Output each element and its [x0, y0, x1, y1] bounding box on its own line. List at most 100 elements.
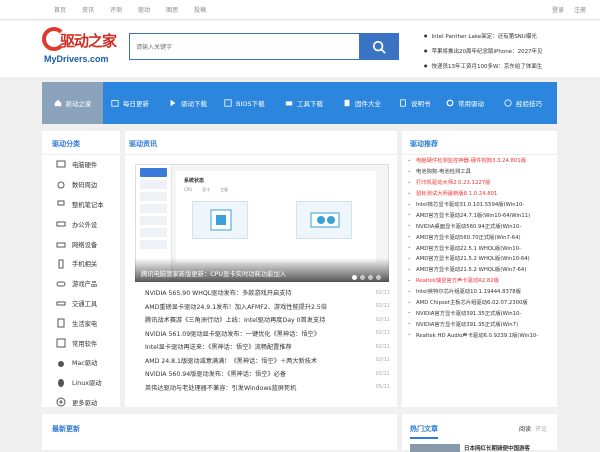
recommend-item[interactable]: • AMD官方显卡驱动560.70正式版(Win7-64): [408, 231, 557, 242]
sidebar-item[interactable]: Mac驱动: [42, 353, 120, 373]
sidebar-item[interactable]: 整机笔记本: [42, 195, 120, 215]
search-button[interactable]: [359, 33, 399, 60]
sidebar-item[interactable]: 网络设备: [42, 234, 120, 254]
gamepad-icon: [55, 278, 66, 289]
calendar-icon: [111, 100, 119, 107]
logo-english: MyDrivers.com: [44, 54, 109, 64]
article-row[interactable]: AMD 24.8.1版驱动减意满满！《黑神话：悟空》＋两大新技术 02/11: [145, 354, 390, 368]
nav-item-home[interactable]: 驱动之家: [42, 82, 103, 124]
recommend-item-label: AMD官方显卡驱动21.5.2 WHQL版(Win7-64): [416, 267, 527, 274]
sidebar-item[interactable]: 游戏产品: [42, 274, 120, 294]
sidebar-item[interactable]: 更多驱动: [42, 393, 120, 413]
bullet-icon: •: [408, 179, 411, 185]
header: 驱动之家 MyDrivers.com Intel Panther Lake架定：…: [0, 21, 600, 77]
bullet-icon: •: [408, 310, 411, 316]
book-icon: [400, 99, 406, 107]
sidebar-item[interactable]: 数码周边: [42, 175, 120, 195]
nav-item-firmware[interactable]: 固件大全: [343, 82, 381, 124]
hot-article-thumb[interactable]: [410, 444, 460, 452]
nav-item-common[interactable]: 常用驱动: [446, 82, 484, 124]
nav-item-bios[interactable]: BIOS下载: [224, 82, 265, 124]
article-row[interactable]: NVIDIA 565.90 WHQL驱动发布：多款游戏开启支持 02/11: [145, 286, 390, 300]
top-link-news[interactable]: 资讯: [82, 7, 94, 14]
bullet-icon: •: [408, 266, 411, 272]
headline-list: Intel Panther Lake架定：还有第SNU曝光 苹果将推出20周年纪…: [424, 29, 543, 74]
recommend-item[interactable]: • Realtek瑞昱官方声卡驱动R2.82版: [408, 275, 557, 286]
appliance-icon: [55, 318, 66, 329]
tab-comment[interactable]: 评论: [535, 426, 547, 433]
sidebar-item[interactable]: 办公外设: [42, 214, 120, 234]
tab-read[interactable]: 阅读: [519, 426, 531, 433]
nav-label: 每日更新: [123, 100, 149, 108]
article-row[interactable]: NVIDIA 560.94版驱动发布：《黑神话：悟空》必备 02/11: [145, 367, 390, 381]
article-row[interactable]: Intel显卡驱动再送来：《黑神话：悟空》流畅配置推荐 02/11: [145, 340, 390, 354]
top-link-submit[interactable]: 投稿: [194, 7, 206, 14]
recommend-item[interactable]: • Intel英特尔芯片组驱动10.1.19444.8378版: [408, 286, 557, 297]
sidebar-item[interactable]: 手机相关: [42, 254, 120, 274]
sidebar-item[interactable]: 交通工具: [42, 294, 120, 314]
hot-article-title[interactable]: 日本网红长期骑便中国游客: [464, 444, 530, 452]
sidebar-item[interactable]: 生活家电: [42, 313, 120, 333]
sidebar-item[interactable]: 常用软件: [42, 333, 120, 353]
article-row[interactable]: 英伟达驱动与老处理器不兼容：引发Windows蓝屏死机 05/11: [145, 381, 390, 395]
headline-item[interactable]: 快递员13年工资月100多W：京东给了体面生: [424, 59, 543, 74]
sidebar-item[interactable]: 电脑硬件: [42, 155, 120, 175]
recommend-item[interactable]: • Realtek HD Audio声卡驱动6.0.9239.1版(Win10-: [408, 329, 557, 340]
article-date: 02/11: [375, 357, 390, 364]
recommend-item[interactable]: • 鼠标测试大师最新版8.1.0.24.801: [408, 188, 557, 199]
recommend-item-label: Intel核芯显卡驱动31.0.101.5594版(Win10-: [416, 202, 525, 208]
headline-item[interactable]: Intel Panther Lake架定：还有第SNU曝光: [424, 29, 543, 44]
search-input[interactable]: [130, 35, 362, 60]
gpu-icon: [310, 212, 340, 228]
recommend-item[interactable]: • AMD官方显卡驱动21.5.2 WHQL版(Win7-64): [408, 264, 557, 275]
recommend-item[interactable]: • NVIDIA官方显卡驱动391.35正式版(Win10-: [408, 307, 557, 318]
top-link-review[interactable]: 评测: [110, 7, 122, 14]
nav-item-daily[interactable]: 每日更新: [111, 82, 149, 124]
slide-dot[interactable]: [368, 275, 373, 280]
sidebar-item-label: 常用软件: [72, 340, 98, 348]
recommend-item[interactable]: • NVIDIA桌面显卡驱动560.94正式版(Win10-: [408, 220, 557, 231]
top-link-pics[interactable]: 图思: [166, 7, 178, 14]
sidebar-item[interactable]: Linux驱动: [42, 373, 120, 393]
sidebar-item-label: 网络设备: [72, 241, 98, 249]
register-link[interactable]: 注册: [574, 7, 586, 14]
nav-item-tips[interactable]: 经验技巧: [504, 82, 542, 124]
recommend-item[interactable]: • AMD Chipset主板芯片组驱动6.02.07.2300版: [408, 297, 557, 308]
recommend-item-label: 鼠标测试大师最新版8.1.0.24.801: [416, 191, 498, 198]
recommend-item-label: AMD Chipset主板芯片组驱动6.02.07.2300版: [416, 300, 528, 307]
user-links: 登录 注册: [542, 5, 586, 14]
recommend-item[interactable]: • Intel核芯显卡驱动31.0.101.5594版(Win10-: [408, 199, 557, 210]
recommend-item-label: 打印机驱动大师2.0.23.1227版: [416, 180, 491, 187]
article-row[interactable]: 腾讯战术赛游《三角洲行动》上线：Intel驱动再度Day 0首发支持 02/11: [145, 313, 390, 327]
login-link[interactable]: 登录: [552, 7, 564, 14]
slide-dot[interactable]: [360, 275, 365, 280]
slide-dot[interactable]: [352, 275, 357, 280]
headline-item[interactable]: 苹果将推出20周年纪念版iPhone：2027年见: [424, 44, 543, 59]
nav-item-manuals[interactable]: 说明书: [399, 82, 431, 124]
article-title: AMD重磅显卡驱动24.9.1发布！加入AFMF2、游戏性能提升2.5倍: [145, 303, 328, 311]
nav-item-tools[interactable]: 工具下载: [285, 82, 323, 124]
nav-item-driver-download[interactable]: 驱动下载: [169, 82, 207, 124]
top-link-home[interactable]: 首页: [54, 7, 66, 14]
recommend-item[interactable]: • NVIDIA官方显卡驱动391.35正式版(Win7): [408, 318, 557, 329]
bullet-icon: •: [408, 190, 411, 196]
article-row[interactable]: AMD重磅显卡驱动24.9.1发布！加入AFMF2、游戏性能提升2.5倍 02/1…: [145, 300, 390, 314]
plus-icon: [55, 397, 66, 408]
top-link-drivers[interactable]: 驱动: [138, 7, 150, 14]
search-box: [129, 33, 363, 60]
recommend-item-label: AMD官方显卡驱动22.5.1 WHQL版(Win10-: [416, 245, 521, 252]
recommend-item[interactable]: • 电池狗狗-电池检测工具: [408, 166, 557, 177]
recommend-item[interactable]: • 打印机驱动大师2.0.23.1227版: [408, 177, 557, 188]
site-logo[interactable]: 驱动之家 MyDrivers.com: [42, 27, 126, 77]
slide-panel: 系统状态 CPU 显卡 主板: [176, 171, 376, 263]
recommend-item[interactable]: • 电脑硬件检测监控神器-硬件狗狗3.3.24.801版: [408, 155, 557, 166]
slide-dot[interactable]: [376, 275, 381, 280]
car-icon: [55, 298, 66, 309]
nav-label: BIOS下载: [236, 100, 265, 108]
recommend-item[interactable]: • AMD官方显卡驱动22.5.1 WHQL版(Win10-: [408, 242, 557, 253]
recommend-item[interactable]: • AMD官方显卡驱动21.5.2 WHQL版(Win10-64): [408, 253, 557, 264]
recommend-item[interactable]: • AMD官方显卡驱动24.7.1版(Win10-64/Win11): [408, 209, 557, 220]
article-date: 02/11: [375, 289, 390, 296]
software-icon: [55, 338, 66, 349]
article-row[interactable]: NVIDIA 561.09驱动显卡驱动发布：一键优化《黑神话：悟空》 02/11: [145, 327, 390, 341]
